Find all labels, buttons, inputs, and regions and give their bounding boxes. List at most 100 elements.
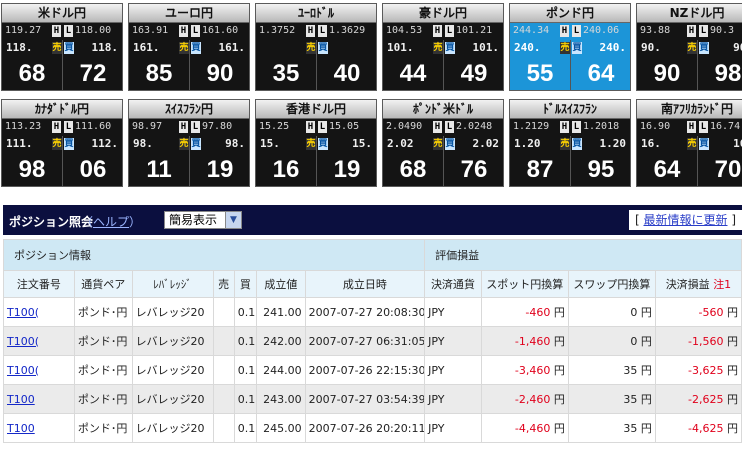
high-label: H [687,121,696,133]
bid-pips[interactable]: 85 [129,58,189,90]
pl-value: -4,625 [688,422,724,435]
sell-button[interactable]: 売 [560,138,570,150]
low-value: 97.80 [202,121,233,132]
sell-button[interactable]: 売 [179,42,189,54]
bid-pips[interactable]: 44 [383,58,443,90]
sell-button[interactable]: 売 [306,42,316,54]
position-panel: ポジション照会 （ヘルプ） 簡易表示 ▼ [ 最新情報に更新 ] ポジション情報… [2,205,742,451]
buy-cell: 0.1 [233,355,258,385]
swap-value: 0 [630,335,638,348]
ask-pips[interactable]: 70 [698,154,742,186]
price-cell: 244.00 [256,355,306,385]
quote-tile[interactable]: ﾕｰﾛﾄﾞﾙ 1.3752 H L 1.3629 売買 35 40 [255,3,377,91]
swap-value: 35 [623,422,638,435]
high-low-row: 244.34 H L 240.06 [510,23,630,39]
sell-button[interactable]: 売 [52,42,62,54]
bid-pips[interactable]: 87 [510,154,570,186]
ask-pips[interactable]: 72 [63,58,122,90]
order-link[interactable]: T100( [7,335,39,348]
buy-button[interactable]: 買 [318,42,328,54]
quote-tile[interactable]: ユーロ円 163.91 H L 161.60 161. 売買 161. 85 90 [128,3,250,91]
order-link[interactable]: T100( [7,364,39,377]
sell-button[interactable]: 売 [52,138,62,150]
high-value: 93.88 [640,25,671,36]
column-header-label: ﾚﾊﾞﾚｯｼﾞ [153,278,192,291]
ask-pips[interactable]: 06 [63,154,122,186]
ask-pips[interactable]: 98 [698,58,742,90]
quote-tile[interactable]: 豪ドル円 104.53 H L 101.21 101. 売買 101. 44 49 [382,3,504,91]
buy-button[interactable]: 買 [64,42,74,54]
sell-button[interactable]: 売 [306,138,316,150]
pl-value: -1,560 [688,335,724,348]
buy-button[interactable]: 買 [445,42,455,54]
quote-tile[interactable]: 香港ドル円 15.25 H L 15.05 15. 売買 15. 16 19 [255,99,377,187]
sell-button[interactable]: 売 [179,138,189,150]
ask-pips[interactable]: 95 [571,154,630,186]
quote-tile[interactable]: ポンド円 244.34 H L 240.06 240. 売買 240. 55 64 [509,3,631,91]
low-value: 111.60 [75,121,112,132]
refresh-link[interactable]: 最新情報に更新 [643,213,727,227]
bid-pips[interactable]: 55 [510,58,570,90]
bid-pips[interactable]: 35 [256,58,316,90]
buy-button[interactable]: 買 [318,138,328,150]
quote-tile[interactable]: ﾄﾞﾙｽｲｽﾌﾗﾝ 1.2129 H L 1.2018 1.20 売買 1.20 87 95 [509,99,631,187]
high-label: H [52,25,61,37]
bid-pips[interactable]: 90 [637,58,697,90]
sell-button[interactable]: 売 [560,42,570,54]
ask-pips[interactable]: 19 [190,154,249,186]
bid-pips[interactable]: 68 [383,154,443,186]
buy-cell: 0.1 [233,297,258,327]
spot-cell: -1,460 円 [480,326,569,356]
order-cell: T100( [3,355,75,385]
buy-button[interactable]: 買 [445,138,455,150]
buy-button[interactable]: 買 [191,138,201,150]
ask-prefix: 112. [91,137,119,150]
pips-row: 90 98 [637,58,742,90]
yen-unit: 円 [640,393,652,406]
bid-pips[interactable]: 68 [2,58,62,90]
buy-button[interactable]: 買 [572,138,582,150]
sell-button[interactable]: 売 [687,42,697,54]
ask-pips[interactable]: 40 [317,58,376,90]
buy-button[interactable]: 買 [191,42,201,54]
column-header-label: 買 [239,278,251,291]
bid-pips[interactable]: 98 [2,154,62,186]
order-link[interactable]: T100( [7,306,39,319]
sell-button[interactable]: 売 [433,138,443,150]
ask-pips[interactable]: 19 [317,154,376,186]
bid-pips[interactable]: 64 [637,154,697,186]
ask-pips[interactable]: 90 [190,58,249,90]
yen-unit: 円 [727,422,738,435]
pips-row: 68 76 [383,154,503,186]
quote-tile[interactable]: ﾎﾟﾝﾄﾞ米ﾄﾞﾙ 2.0490 H L 2.0248 2.02 売買 2.02 68 76 [382,99,504,187]
order-link[interactable]: T100 [7,422,35,435]
swap-cell: 0 円 [567,326,656,356]
quote-tile[interactable]: ｽｲｽﾌﾗﾝ円 98.97 H L 97.80 98. 売買 98. 11 19 [128,99,250,187]
sell-button[interactable]: 売 [687,138,697,150]
spot-cell: -460 円 [480,297,569,327]
quote-tile[interactable]: 南ｱﾌﾘｶﾗﾝﾄﾞ円 16.90 HL16.74 16. 売買 16. 6470 [636,99,742,187]
buy-button[interactable]: 買 [699,138,709,150]
time-cell: 2007-07-27 03:54:39 [304,384,426,414]
buy-button[interactable]: 買 [572,42,582,54]
buy-button[interactable]: 買 [699,42,709,54]
sell-button[interactable]: 売 [433,42,443,54]
order-link[interactable]: T100 [7,393,35,406]
ask-pips[interactable]: 76 [444,154,503,186]
ask-pips[interactable]: 49 [444,58,503,90]
help-link[interactable]: ヘルプ [93,215,129,229]
bid-pips[interactable]: 11 [129,154,189,186]
bid-prefix: 16. [641,137,661,150]
pair-name: ポンド円 [510,4,630,23]
chevron-down-icon[interactable]: ▼ [225,212,241,228]
bid-pips[interactable]: 16 [256,154,316,186]
panel-header: ポジション照会 （ヘルプ） 簡易表示 ▼ [ 最新情報に更新 ] [3,205,742,235]
note-marker: 注1 [713,278,732,291]
buy-button[interactable]: 買 [64,138,74,150]
ask-pips[interactable]: 64 [571,58,630,90]
quote-tile[interactable]: NZドル円 93.88 HL90.3 90. 売買 90. 9098 [636,3,742,91]
quote-tile[interactable]: ｶﾅﾀﾞﾄﾞﾙ円 113.23 H L 111.60 111. 売買 112. 98 06 [1,99,123,187]
view-select[interactable]: 簡易表示 ▼ [164,211,242,229]
bid-prefix: 161. [133,41,160,54]
quote-tile[interactable]: 米ドル円 119.27 H L 118.00 118. 売買 118. 68 72 [1,3,123,91]
